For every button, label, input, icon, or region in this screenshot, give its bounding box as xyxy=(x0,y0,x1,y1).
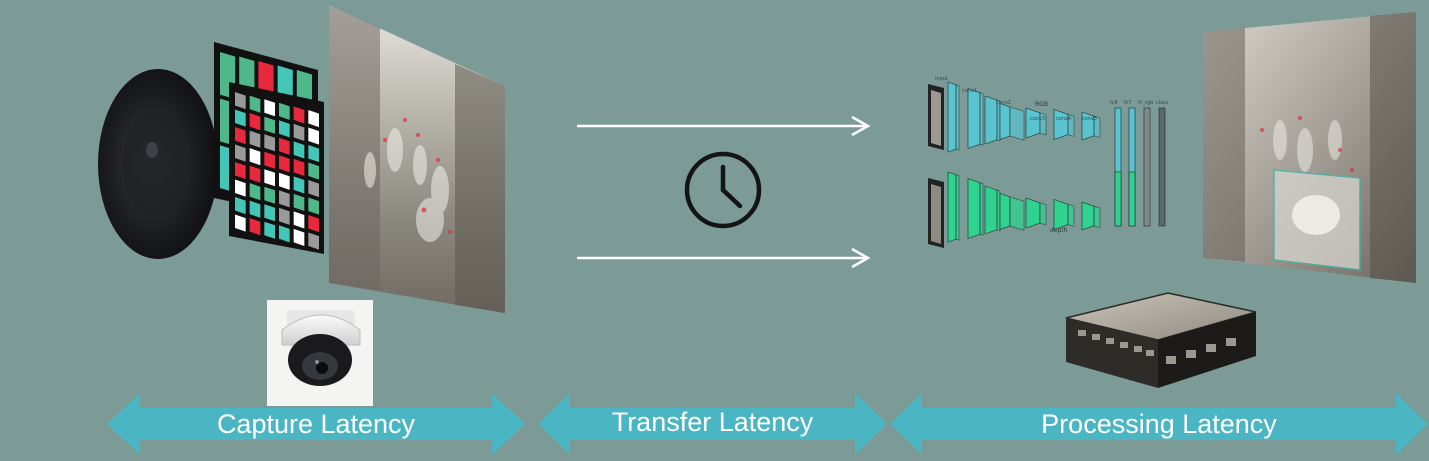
network-layer-side xyxy=(1067,203,1075,227)
network-layer xyxy=(999,103,1011,140)
processing-latency-label: Processing Latency xyxy=(1041,409,1277,439)
transfer-arrow-bottom xyxy=(577,247,871,269)
net-label-class: class xyxy=(1156,100,1169,106)
dome-camera-icon xyxy=(267,300,373,406)
edge-computer-icon xyxy=(1065,292,1257,388)
network-layer-side xyxy=(996,99,1001,142)
processing-stage: input conv1 conv2 RGB conv3 conv4 conv5 … xyxy=(928,12,1416,388)
network-input-depth xyxy=(928,178,944,248)
network-layer xyxy=(984,185,998,235)
network-layer-side xyxy=(1093,205,1101,229)
net-label-rgb: RGB xyxy=(1035,101,1048,108)
network-layer xyxy=(947,81,957,153)
detection-box xyxy=(1273,169,1361,271)
net-label-depth: depth xyxy=(1050,227,1068,234)
network-layer xyxy=(1053,199,1069,230)
net-label-fc7: fc7 xyxy=(1124,100,1132,106)
network-layer-side xyxy=(955,84,960,151)
transfer-arrow-top xyxy=(577,115,871,137)
fully-connected-layers xyxy=(1114,107,1166,227)
network-layer xyxy=(967,178,981,239)
network-layer-side xyxy=(1039,202,1047,226)
network-layer-side xyxy=(1009,106,1025,141)
net-label-conv3: conv3 xyxy=(1030,116,1045,122)
capture-latency-label: Capture Latency xyxy=(216,409,416,439)
network-layer xyxy=(1025,197,1041,229)
network-layer-side xyxy=(955,174,960,241)
network-layer-side xyxy=(979,182,984,236)
transfer-latency-label: Transfer Latency xyxy=(611,407,814,437)
network-layer-side xyxy=(996,189,1001,232)
capture-stage xyxy=(98,5,505,406)
clock-icon xyxy=(684,151,762,229)
network-layer xyxy=(1081,201,1095,231)
transfer-stage xyxy=(577,115,871,269)
net-label-conv5: conv5 xyxy=(1082,116,1097,122)
network-input-rgb xyxy=(928,84,944,150)
network-layer xyxy=(967,88,981,149)
camera-lens-icon xyxy=(98,69,218,259)
image-sensor-grid-icon xyxy=(214,42,324,254)
network-layer xyxy=(999,193,1011,230)
net-label-fc6: fc6 xyxy=(1110,100,1118,106)
net-label-input: input xyxy=(935,76,948,82)
network-layer xyxy=(947,171,957,243)
net-label-conv4: conv4 xyxy=(1056,116,1071,122)
net-label-conv2: conv2 xyxy=(996,100,1011,106)
network-layer xyxy=(1025,107,1041,139)
captured-frame-image xyxy=(329,5,505,313)
network-layer-side xyxy=(979,92,984,146)
processed-frame-image xyxy=(1203,12,1416,283)
net-label-conv1: conv1 xyxy=(962,88,977,94)
depth-layer-stack xyxy=(947,171,1101,243)
net-label-fc-rgb: fc_rgb xyxy=(1138,100,1153,106)
latency-diagram: input conv1 conv2 RGB conv3 conv4 conv5 … xyxy=(98,5,1428,455)
network-layer-side xyxy=(1009,196,1025,231)
neural-network-diagram: input conv1 conv2 RGB conv3 conv4 conv5 … xyxy=(928,76,1169,248)
network-layer xyxy=(1053,109,1069,140)
